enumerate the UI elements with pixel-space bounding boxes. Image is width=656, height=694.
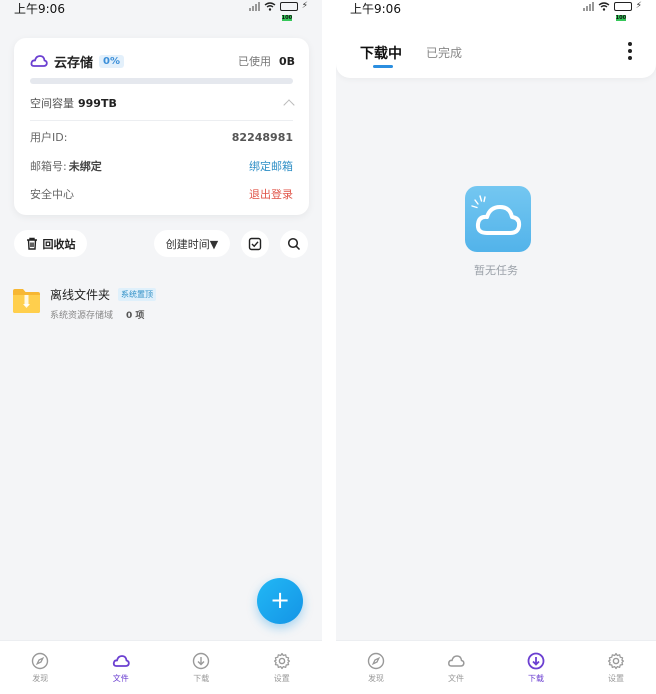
compass-icon	[367, 652, 385, 669]
gear-icon	[607, 652, 625, 669]
security-row[interactable]: 安全中心 退出登录	[30, 186, 293, 202]
wifi-icon	[598, 1, 610, 11]
cloud-icon	[112, 654, 130, 667]
signal-icon	[248, 1, 260, 11]
add-button[interactable]: +	[257, 578, 303, 624]
charging-icon: ⚡	[301, 1, 308, 11]
user-id-value: 82248981	[231, 130, 293, 144]
status-bar: 上午9:06 100 ⚡	[336, 0, 656, 21]
folder-name: 离线文件夹	[50, 288, 111, 302]
nav-settings[interactable]: 设置	[242, 641, 323, 694]
used-label: 已使用	[237, 55, 271, 68]
nav-files[interactable]: 文件	[81, 641, 162, 694]
nav-discover[interactable]: 发现	[336, 641, 416, 694]
bottom-nav: 发现 文件 下载 设置	[336, 640, 656, 694]
downloads-screen: 上午9:06 100 ⚡ 下载中 已完成 暂无任务 发现 文件 下载 设置	[336, 0, 656, 694]
tab-downloading[interactable]: 下载中	[360, 43, 402, 63]
trash-icon	[26, 237, 37, 250]
logout-link[interactable]: 退出登录	[249, 186, 293, 202]
battery-icon: 100	[279, 1, 298, 21]
tab-completed[interactable]: 已完成	[426, 44, 462, 61]
sort-dropdown[interactable]: 创建时间▼	[154, 230, 230, 257]
chevron-up-icon[interactable]	[283, 99, 295, 111]
folder-description: 系统资源存储域	[50, 311, 114, 321]
download-icon	[193, 652, 210, 669]
active-tab-indicator	[373, 65, 393, 68]
gear-icon	[273, 652, 290, 669]
folder-icon	[13, 289, 40, 313]
nav-download[interactable]: 下载	[496, 641, 576, 694]
status-time: 上午9:06	[14, 2, 65, 16]
email-value: 未绑定	[68, 160, 102, 173]
cloud-icon	[30, 55, 48, 67]
nav-download[interactable]: 下载	[161, 641, 242, 694]
battery-icon: 100	[613, 1, 632, 21]
security-center-label[interactable]: 安全中心	[30, 186, 74, 202]
status-time: 上午9:06	[350, 2, 401, 16]
pinned-badge: 系统置顶	[118, 288, 156, 301]
email-label: 邮箱号:	[30, 160, 67, 173]
signal-icon	[582, 1, 594, 11]
email-row: 邮箱号: 未绑定 绑定邮箱	[30, 158, 293, 174]
bind-email-link[interactable]: 绑定邮箱	[249, 158, 293, 174]
charging-icon: ⚡	[635, 1, 642, 11]
tabs-header: 上午9:06 100 ⚡ 下载中 已完成	[336, 0, 656, 78]
cloud-icon	[448, 654, 465, 667]
nav-settings[interactable]: 设置	[576, 641, 656, 694]
recycle-bin-button[interactable]: 回收站	[14, 230, 87, 257]
search-button[interactable]	[280, 230, 308, 258]
download-icon	[527, 652, 545, 669]
more-options-icon[interactable]	[628, 42, 632, 60]
capacity-row[interactable]: 空间容量 999TB	[30, 95, 295, 111]
usage-percent-badge: 0%	[99, 54, 124, 68]
nav-files[interactable]: 文件	[416, 641, 496, 694]
empty-state-text: 暂无任务	[474, 264, 518, 277]
status-bar: 上午9:06 100 ⚡	[0, 0, 322, 21]
folder-count: 0 项	[126, 311, 145, 321]
search-icon	[287, 237, 301, 251]
files-screen: 上午9:06 100 ⚡ 云存储 0% 已使用 0B 空间容量 999TB 用户…	[0, 0, 322, 694]
user-id-label: 用户ID:	[30, 131, 68, 144]
empty-cloud-icon	[465, 186, 531, 252]
compass-icon	[32, 652, 49, 669]
bottom-nav: 发现 文件 下载 设置	[0, 640, 322, 694]
capacity-value: 999TB	[78, 96, 117, 110]
used-value: 0B	[278, 54, 295, 68]
capacity-label: 空间容量	[30, 97, 74, 110]
screen-divider	[322, 0, 336, 694]
wifi-icon	[264, 1, 276, 11]
nav-discover[interactable]: 发现	[0, 641, 81, 694]
storage-title: 云存储	[54, 55, 94, 71]
checkbox-icon	[248, 237, 262, 251]
select-checkbox-button[interactable]	[241, 230, 269, 258]
storage-card: 云存储 0% 已使用 0B 空间容量 999TB 用户ID: 82248981 …	[14, 38, 309, 215]
user-id-row: 用户ID: 82248981	[30, 129, 293, 145]
list-item[interactable]: 离线文件夹 系统置顶 系统资源存储域 0 项	[12, 284, 302, 324]
divider	[30, 120, 293, 121]
recycle-bin-label: 回收站	[42, 237, 76, 251]
usage-progress-bar	[30, 78, 293, 84]
